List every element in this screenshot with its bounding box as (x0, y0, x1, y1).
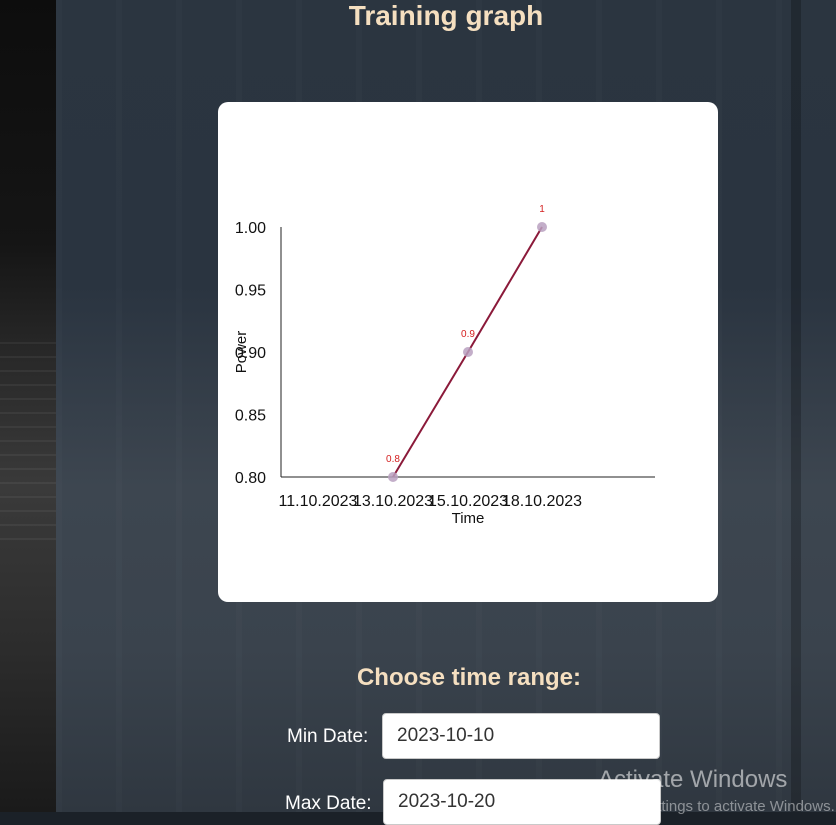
y-tick-label: 0.80 (235, 470, 266, 487)
x-tick-label: 15.10.2023 (428, 493, 508, 510)
y-axis-label: Power (233, 331, 250, 374)
max-date-label: Max Date: (285, 793, 372, 814)
y-tick-label: 0.85 (235, 408, 266, 425)
data-point (388, 472, 398, 482)
y-tick-label: 0.95 (235, 283, 266, 300)
page-title: Training graph (348, 0, 544, 31)
data-label: 0.8 (386, 454, 400, 465)
max-date-value: 2023-10-20 (398, 791, 496, 812)
min-date-label: Min Date: (287, 726, 369, 747)
data-label: 0.9 (461, 329, 475, 340)
activate-windows-subtext: Go to Settings to activate Windows. (598, 798, 835, 815)
data-point (537, 222, 547, 232)
x-axis-label: Time (452, 510, 485, 527)
data-label: 1 (539, 204, 545, 215)
time-range-title: Choose time range: (356, 664, 582, 691)
activate-windows-watermark: Activate Windows (598, 766, 788, 793)
x-tick-label: 13.10.2023 (353, 493, 433, 510)
y-tick-label: 1.00 (235, 220, 266, 237)
data-point (463, 347, 473, 357)
min-date-value: 2023-10-10 (397, 725, 495, 746)
min-date-input[interactable]: 2023-10-10 (382, 713, 660, 759)
training-chart-card: 0.80 0.85 0.90 0.95 1.00 11.10.2023 13.10.2023… (218, 102, 718, 602)
x-tick-label: 11.10.2023 (279, 493, 358, 510)
background-gym-photo-left (0, 0, 56, 812)
x-tick-label: 18.10.2023 (502, 493, 582, 510)
training-chart: 0.800.850.900.951.0011.10.202313.10.2023… (233, 204, 655, 527)
